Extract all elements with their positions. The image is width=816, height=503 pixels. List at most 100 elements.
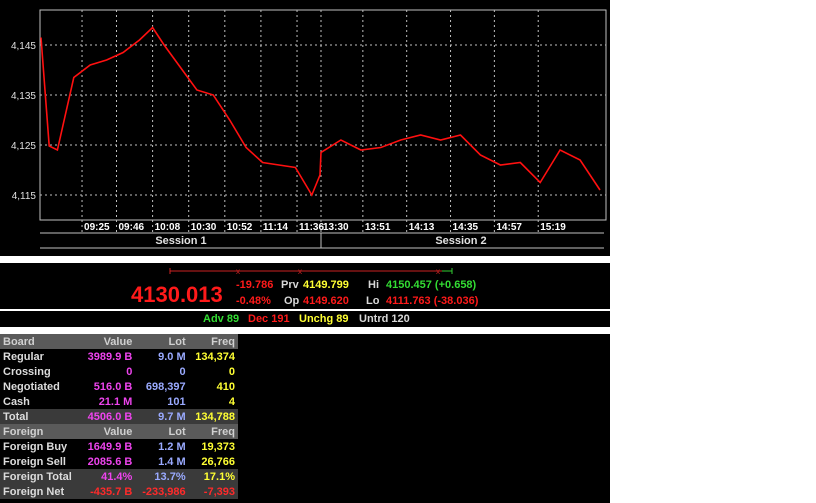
row-label: Foreign Net [0, 484, 81, 499]
high-value: 4150.457 (+0.658) [386, 279, 477, 291]
intraday-chart: 4,145 4,135 4,125 4,115 09:25 09:46 10:08 10:3… [11, 9, 607, 249]
row-lot: 698,397 [145, 380, 186, 393]
index-chart-panel: 4,145 4,135 4,125 4,115 09:25 09:46 10:08 10:3… [0, 0, 610, 256]
y-tick-label: 4,135 [11, 91, 36, 102]
row-lot: 101 [167, 395, 186, 408]
foreign-total-row: Foreign Total 41.4% 13.7% 17.1% [0, 469, 238, 484]
plot-frame [39, 9, 607, 221]
prev-close-label: Prv [281, 279, 299, 291]
decliners-count: Dec 191 [248, 313, 290, 325]
open-label: Op [284, 295, 300, 307]
x-tick-label: 10:52 [227, 222, 253, 233]
row-value: 3989.9 B [87, 350, 133, 363]
row-label: Negotiated [3, 380, 60, 393]
x-tick-label: 13:30 [323, 222, 349, 233]
table-row: Foreign Sell 2085.6 B 1.4 M 26,766 [0, 454, 238, 469]
table-row: Crossing 0 0 0 [0, 364, 238, 379]
table-row: Negotiated 516.0 B 698,397 410 [0, 379, 238, 394]
session-2-label: Session 2 [435, 235, 486, 247]
range-indicator: x x x [169, 267, 453, 276]
board-summary-panel: Board Value Lot Freq Regular 3989.9 B 9.… [0, 334, 610, 503]
col-value: Value [80, 334, 136, 349]
row-freq: 4 [228, 395, 235, 408]
y-tick-label: 4,145 [11, 41, 36, 52]
col-value: Value [80, 424, 136, 439]
row-lot: 13.7% [135, 469, 189, 484]
col-lot: Lot [135, 334, 189, 349]
y-tick-label: 4,115 [12, 191, 37, 202]
col-board: Board [0, 334, 81, 349]
row-lot: 1.4 M [158, 455, 186, 468]
x-tick-label: 10:08 [155, 222, 181, 233]
x-tick-label: 11:14 [263, 222, 288, 233]
row-freq: 134,374 [195, 350, 235, 363]
y-tick-label: 4,125 [11, 141, 36, 152]
row-value: 4506.0 B [80, 409, 136, 424]
row-value: -435.7 B [80, 484, 136, 499]
row-value: 41.4% [80, 469, 136, 484]
row-lot: 9.7 M [135, 409, 189, 424]
svg-text:x: x [236, 267, 240, 276]
row-label: Crossing [3, 365, 51, 378]
x-tick-label: 09:46 [118, 222, 144, 233]
index-change-percent: -0.48% [236, 295, 271, 307]
col-lot: Lot [135, 424, 189, 439]
index-quote-panel: x x x 4130.013 -19.786 -0.48% Prv 4149.7… [0, 263, 610, 327]
x-tick-label: 14:35 [453, 222, 479, 233]
col-freq: Freq [188, 424, 238, 439]
x-tick-label: 11:36 [299, 222, 324, 233]
row-label: Foreign Sell [3, 455, 66, 468]
advancers-count: Adv 89 [203, 313, 240, 325]
x-tick-label: 15:19 [540, 222, 566, 233]
prev-close-value: 4149.799 [303, 279, 349, 291]
last-index-value: 4130.013 [131, 282, 223, 307]
svg-text:x: x [298, 267, 302, 276]
col-foreign: Foreign [0, 424, 81, 439]
row-freq: 410 [216, 380, 235, 393]
row-freq: 134,788 [188, 409, 238, 424]
row-lot: 0 [179, 365, 186, 378]
row-label: Foreign Total [0, 469, 81, 484]
x-tick-label: 13:51 [365, 222, 391, 233]
row-freq: 17.1% [188, 469, 238, 484]
foreign-net-row: Foreign Net -435.7 B -233,986 -7,393 [0, 484, 238, 499]
x-tick-label: 14:13 [409, 222, 435, 233]
row-value: 1649.9 B [87, 440, 133, 453]
index-change: -19.786 [236, 279, 274, 291]
board-header-row: Board Value Lot Freq [0, 334, 238, 349]
high-label: Hi [368, 279, 379, 291]
x-tick-label: 10:30 [191, 222, 217, 233]
low-value: 4111.763 (-38.036) [386, 295, 479, 307]
row-label: Cash [3, 395, 30, 408]
unchanged-count: Unchg 89 [299, 313, 349, 325]
session-1-label: Session 1 [155, 235, 206, 247]
row-freq: -7,393 [188, 484, 238, 499]
low-label: Lo [366, 295, 380, 307]
row-freq: 19,373 [201, 440, 235, 453]
foreign-header-row: Foreign Value Lot Freq [0, 424, 238, 439]
row-value: 516.0 B [93, 380, 133, 393]
row-lot: 1.2 M [158, 440, 186, 453]
untraded-count: Untrd 120 [359, 313, 410, 325]
row-lot: -233,986 [135, 484, 189, 499]
row-label: Regular [3, 350, 44, 363]
row-value: 2085.6 B [87, 455, 133, 468]
row-label: Total [0, 409, 81, 424]
table-row: Foreign Buy 1649.9 B 1.2 M 19,373 [0, 439, 238, 454]
x-tick-label: 14:57 [496, 222, 522, 233]
row-value: 21.1 M [98, 395, 133, 408]
board-total-row: Total 4506.0 B 9.7 M 134,788 [0, 409, 238, 424]
open-value: 4149.620 [303, 295, 349, 307]
table-row: Cash 21.1 M 101 4 [0, 394, 238, 409]
svg-text:x: x [436, 267, 440, 276]
x-tick-label: 09:25 [84, 222, 110, 233]
row-freq: 0 [228, 365, 235, 378]
table-row: Regular 3989.9 B 9.0 M 134,374 [0, 349, 238, 364]
divider [0, 309, 610, 311]
board-summary-table: Board Value Lot Freq Regular 3989.9 B 9.… [0, 334, 238, 499]
row-freq: 26,766 [201, 455, 235, 468]
col-freq: Freq [188, 334, 238, 349]
row-label: Foreign Buy [3, 440, 68, 453]
row-lot: 9.0 M [158, 350, 186, 363]
row-value: 0 [126, 365, 133, 378]
